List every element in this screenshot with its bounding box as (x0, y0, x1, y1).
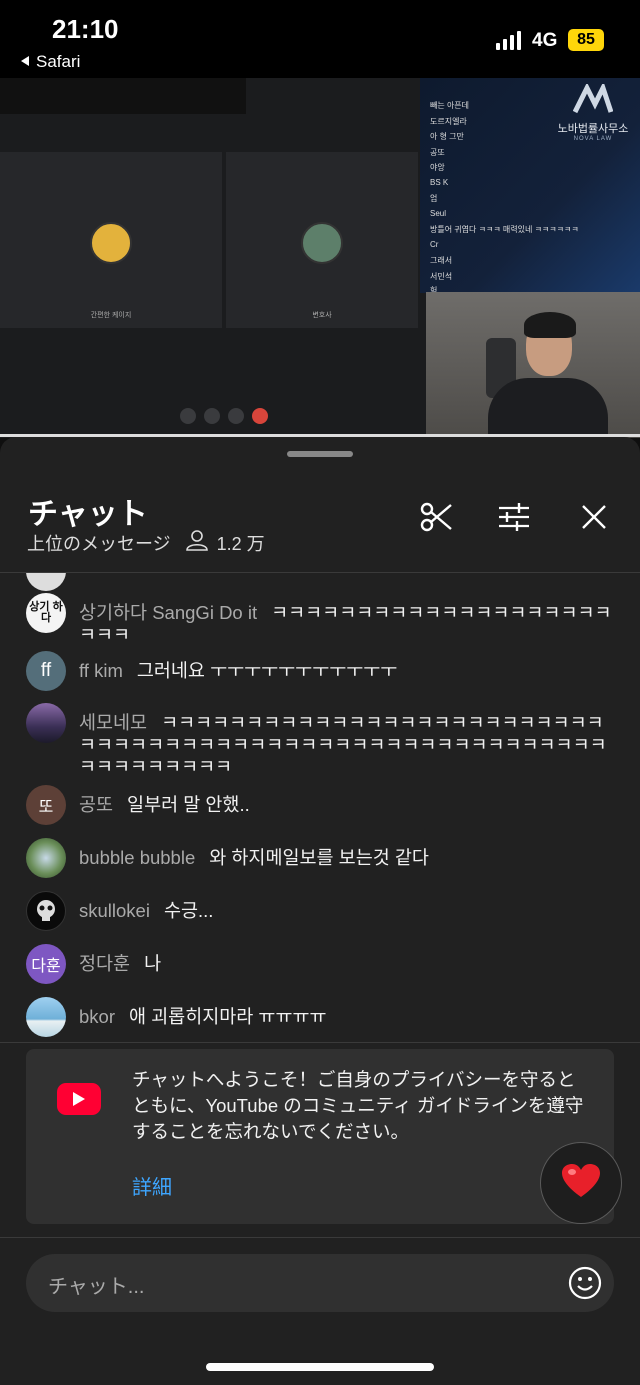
avatar (26, 573, 66, 591)
chat-message[interactable]: bkor 애 괴롭히지마라 ㅠㅠㅠㅠ (26, 997, 616, 1037)
meeting-controls (180, 408, 268, 424)
message-text: 일부러 말 안했.. (127, 794, 250, 815)
back-arrow-icon (20, 52, 30, 72)
avatar: ff (26, 651, 66, 691)
back-label: Safari (36, 52, 81, 71)
messages-divider (0, 1042, 640, 1043)
youtube-logo-icon (57, 1083, 101, 1115)
battery-icon: 85 (568, 29, 604, 51)
chat-message[interactable]: 다훈 정다훈 나 (26, 944, 616, 984)
video-top-bar (0, 78, 246, 114)
message-text: 애 괴롭히지마라 ㅠㅠㅠㅠ (129, 1006, 327, 1027)
message-author: 공또 (79, 794, 114, 815)
input-divider (0, 1237, 640, 1238)
chat-message[interactable]: 또 공또 일부러 말 안했.. (26, 785, 616, 825)
home-indicator[interactable] (206, 1363, 434, 1371)
chat-mode-label: 上位のメッセージ (27, 533, 171, 554)
side-chat-line: Cr (430, 240, 439, 249)
message-text: 나 (144, 953, 162, 974)
message-text: 그러네요 ㅜㅜㅜㅜㅜㅜㅜㅜㅜㅜㅜ (136, 660, 398, 681)
participant-avatar (90, 222, 132, 264)
message-author: ff kim (79, 660, 123, 681)
drag-handle[interactable] (287, 451, 353, 457)
close-chat-button[interactable] (576, 501, 612, 537)
side-chat-line: BS K (430, 178, 449, 187)
avatar: 상기 하다 (26, 593, 66, 633)
network-type: 4G (532, 30, 558, 51)
signal-icon (496, 30, 521, 50)
chat-message-partial (26, 573, 616, 591)
heart-reaction-button[interactable] (540, 1142, 622, 1224)
participant-tile: 변호사 (226, 152, 418, 328)
chat-message-list[interactable]: 상기 하다 상기하다 SangGi Do it ㅋㅋㅋㅋㅋㅋㅋㅋㅋㅋㅋㅋㅋㅋㅋㅋㅋ… (0, 573, 640, 1043)
clip-button[interactable] (418, 501, 454, 537)
welcome-text: チャットへようこそ！ご自身のプライバシーを守るとともに、YouTube のコミュ… (132, 1069, 584, 1142)
avatar: 다훈 (26, 944, 66, 984)
chat-message[interactable]: skullokei 수긍... (26, 891, 616, 931)
message-author: 상기하다 SangGi Do it (79, 602, 258, 623)
smiley-icon (568, 1266, 602, 1304)
participant-name: 변호사 (312, 312, 332, 319)
chat-message[interactable]: ff ff kim 그러네요 ㅜㅜㅜㅜㅜㅜㅜㅜㅜㅜㅜ (26, 651, 616, 691)
camera-icon (228, 408, 244, 424)
participant-name: 간편한 케이지 (90, 312, 132, 319)
status-bar: 21:10 Safari 4G 85 (0, 0, 640, 78)
chat-mode-selector[interactable]: 上位のメッセージ 1.2 万 (27, 529, 265, 556)
message-text: 와 하지메일보를 보는것 같다 (209, 847, 429, 868)
chat-message[interactable]: bubble bubble 와 하지메일보를 보는것 같다 (26, 838, 616, 878)
chat-message[interactable]: 세모네모 ㅋㅋㅋㅋㅋㅋㅋㅋㅋㅋㅋㅋㅋㅋㅋㅋㅋㅋㅋㅋㅋㅋㅋㅋㅋㅋㅋㅋㅋㅋㅋㅋㅋㅋㅋㅋ… (26, 703, 616, 778)
close-icon (580, 503, 608, 536)
avatar (26, 838, 66, 878)
back-to-safari[interactable]: Safari (20, 52, 80, 72)
heart-icon (561, 1163, 601, 1204)
avatar: 또 (26, 785, 66, 825)
chat-input[interactable]: チャット... (26, 1254, 614, 1312)
message-author: bkor (79, 1006, 115, 1027)
filter-button[interactable] (496, 501, 532, 537)
side-chat-line: 그래서 (430, 256, 453, 265)
side-chat-line: 야앙 (430, 163, 445, 172)
side-chat-line: 공또 (430, 148, 445, 157)
participant-avatar (301, 222, 343, 264)
nova-law-logo: 노바법률사무소 NOVA LAW (552, 81, 634, 142)
side-chat-line: 빼는 아픈데 (430, 101, 470, 110)
message-author: 세모네모 (79, 712, 148, 733)
message-author: bubble bubble (79, 847, 196, 868)
logo-korean: 노바법률사무소 (557, 123, 629, 135)
side-chat-line: Seul (430, 209, 447, 218)
message-text: 수긍... (163, 900, 214, 921)
side-chat-line: 아 형 그만 (430, 132, 464, 141)
mic-icon (204, 408, 220, 424)
welcome-notice: チャットへようこそ！ご自身のプライバシーを守るとともに、YouTube のコミュ… (26, 1049, 614, 1224)
side-chat-line: 방틀어 귀엽다 ㅋㅋㅋ 매력있네 ㅋㅋㅋㅋㅋㅋ (430, 225, 579, 234)
video-player[interactable]: 간편한 케이지 변호사 빼는 아픈데 도르지엘라 아 형 그만 공또 야앙 BS… (0, 78, 640, 438)
side-chat-line: 서민석 (430, 272, 453, 281)
chat-message[interactable]: 상기 하다 상기하다 SangGi Do it ㅋㅋㅋㅋㅋㅋㅋㅋㅋㅋㅋㅋㅋㅋㅋㅋㅋ… (26, 593, 616, 646)
chat-input-placeholder: チャット... (48, 1276, 145, 1298)
person-icon (185, 529, 209, 556)
stream-side-panel: 빼는 아픈데 도르지엘라 아 형 그만 공또 야앙 BS K 엄 Seul 방틀… (420, 78, 640, 295)
chat-panel: チャット 上位のメッセージ 1.2 万 상기 하다 상기하다 SangGi Do (0, 437, 640, 1385)
screen-icon (180, 408, 196, 424)
message-author: 정다훈 (79, 953, 131, 974)
presenter-camera (426, 292, 640, 438)
clock: 21:10 (52, 14, 119, 44)
message-text: ㅋㅋㅋㅋㅋㅋㅋㅋㅋㅋㅋㅋㅋㅋㅋㅋㅋㅋㅋㅋㅋㅋㅋㅋㅋㅋㅋㅋㅋㅋㅋㅋㅋㅋㅋㅋㅋㅋㅋㅋ… (79, 712, 607, 777)
chat-title: チャット (28, 498, 148, 531)
logo-english: NOVA LAW (573, 136, 613, 142)
side-chat-line: 엄 (430, 194, 438, 203)
message-author: skullokei (79, 900, 150, 921)
avatar (26, 891, 66, 931)
emoji-button[interactable] (568, 1266, 602, 1300)
viewer-count: 1.2 万 (185, 529, 265, 556)
avatar (26, 703, 66, 743)
filter-icon (497, 502, 531, 537)
participant-tile: 간편한 케이지 (0, 152, 222, 328)
avatar (26, 997, 66, 1037)
scissors-icon (419, 500, 453, 539)
hangup-icon (252, 408, 268, 424)
side-chat-line: 도르지엘라 (430, 117, 467, 126)
learn-more-link[interactable]: 詳細 (132, 1171, 172, 1200)
viewer-count-value: 1.2 万 (216, 533, 265, 554)
